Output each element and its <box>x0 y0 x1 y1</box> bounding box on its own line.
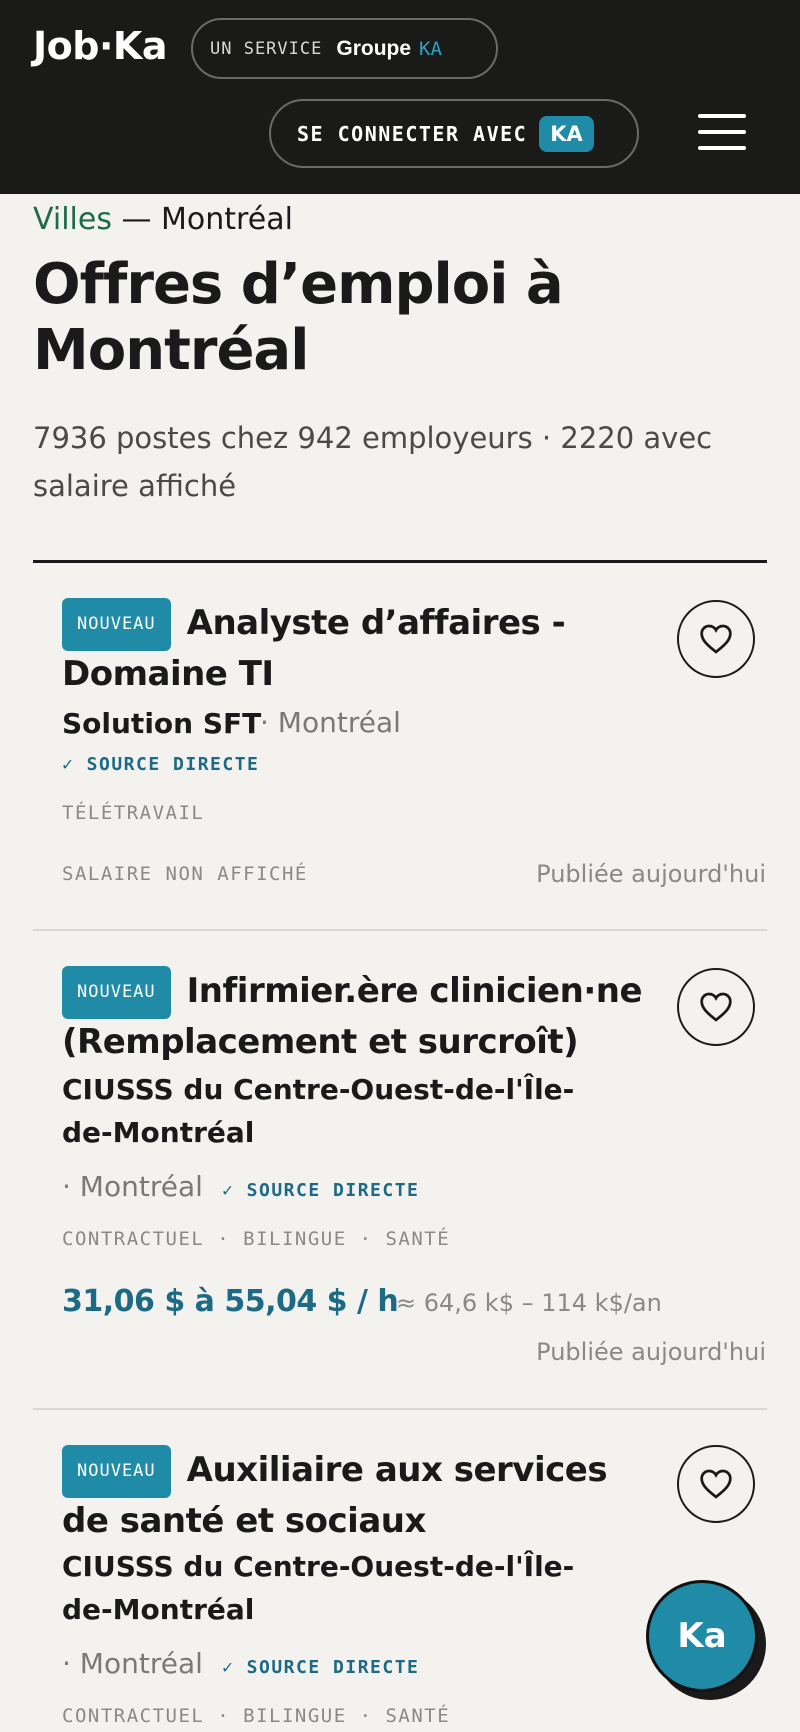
heart-icon <box>700 1469 732 1499</box>
connect-with-ka-button[interactable]: SE CONNECTER AVEC KA <box>269 99 639 168</box>
job-title-block[interactable]: NOUVEAU Auxiliaire aux services de santé … <box>62 1445 652 1544</box>
site-header: Job·Ka UN SERVICE Groupe KA SE CONNECTER… <box>0 0 800 194</box>
job-location: · Montréal <box>260 706 401 739</box>
job-card[interactable]: NOUVEAU Auxiliaire aux services de santé … <box>62 1445 766 1732</box>
new-badge: NOUVEAU <box>62 1445 171 1498</box>
service-prefix: UN SERVICE <box>210 38 323 59</box>
job-tags: CONTRACTUEL · BILINGUE · SANTÉ <box>62 1228 451 1250</box>
source-directe-label: ✓ SOURCE DIRECTE <box>222 1657 420 1678</box>
job-location: · Montréal <box>62 1170 203 1203</box>
job-card[interactable]: NOUVEAU Analyste d’affaires - Domaine TI … <box>62 598 766 928</box>
job-title-block[interactable]: NOUVEAU Infirmier.ère clinicien·ne (Rempl… <box>62 966 652 1065</box>
breadcrumb-current: Montréal <box>161 202 293 237</box>
job-title-block[interactable]: NOUVEAU Analyste d’affaires - Domaine TI <box>62 598 652 697</box>
favorite-button[interactable] <box>677 1445 755 1523</box>
job-tags: CONTRACTUEL · BILINGUE · SANTÉ <box>62 1705 451 1727</box>
hamburger-menu-icon[interactable] <box>698 114 746 150</box>
salary-annual-estimate: ≈ 64,6 k$ – 114 k$/an <box>396 1289 662 1317</box>
results-summary: 7936 postes chez 942 employeurs · 2220 a… <box>33 421 713 503</box>
card-divider <box>33 929 767 931</box>
salary-not-shown: SALAIRE NON AFFICHÉ <box>62 863 308 885</box>
salary-range: 31,06 $ à 55,04 $ / h <box>62 1284 399 1319</box>
heart-icon <box>700 624 732 654</box>
favorite-button[interactable] <box>677 968 755 1046</box>
new-badge: NOUVEAU <box>62 598 171 651</box>
heart-icon <box>700 992 732 1022</box>
service-ka: KA <box>419 37 442 60</box>
source-directe-label: ✓ SOURCE DIRECTE <box>62 754 260 775</box>
page-title: Offres d’emploi à Montréal <box>33 252 564 383</box>
jobka-logo[interactable]: Job·Ka <box>33 24 167 68</box>
card-divider <box>33 1408 767 1410</box>
breadcrumb-separator: — <box>111 202 162 237</box>
new-badge: NOUVEAU <box>62 966 171 1019</box>
employer-name[interactable]: CIUSSS du Centre-Ouest-de-l'Île-de-Montr… <box>62 1068 622 1154</box>
published-date: Publiée aujourd'hui <box>536 1338 766 1366</box>
job-tags: TÉLÉTRAVAIL <box>62 802 205 824</box>
connect-ka-badge: KA <box>539 115 594 152</box>
job-location: · Montréal <box>62 1647 203 1680</box>
service-groupe-ka-pill[interactable]: UN SERVICE Groupe KA <box>191 18 498 79</box>
favorite-button[interactable] <box>677 600 755 678</box>
published-date: Publiée aujourd'hui <box>536 860 766 888</box>
employer-name[interactable]: CIUSSS du Centre-Ouest-de-l'Île-de-Montr… <box>62 1545 622 1631</box>
service-groupe: Groupe <box>336 36 412 60</box>
source-directe-label: ✓ SOURCE DIRECTE <box>222 1180 420 1201</box>
breadcrumb-link-villes[interactable]: Villes <box>33 202 112 237</box>
job-card[interactable]: NOUVEAU Infirmier.ère clinicien·ne (Rempl… <box>62 966 766 1366</box>
section-divider <box>33 560 767 563</box>
ka-assistant-button[interactable]: Ka <box>646 1580 758 1692</box>
breadcrumb: Villes — Montréal <box>33 202 293 237</box>
connect-label: SE CONNECTER AVEC <box>297 121 528 146</box>
